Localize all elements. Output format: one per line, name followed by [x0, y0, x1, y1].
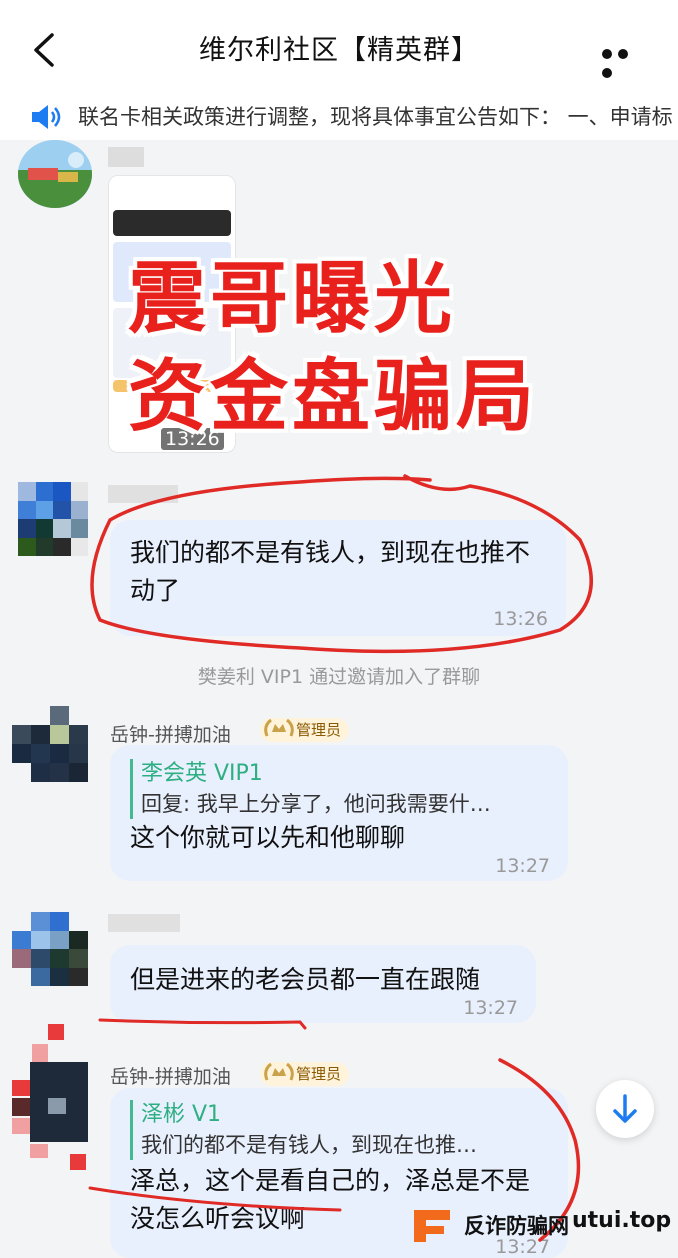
message-bubble[interactable]: 李会英 VIP1 回复: 我早上分享了，他问我需要什… 这个你就可以先和他聊聊 … — [110, 745, 568, 881]
more-options-icon[interactable] — [602, 44, 646, 78]
admin-badge: 管理员 — [260, 718, 350, 742]
avatar-pixelated[interactable] — [12, 1024, 88, 1174]
quote-text: 我们的都不是有钱人，到现在也推… — [141, 1133, 477, 1157]
message-time: 13:27 — [495, 855, 550, 877]
avatar-landscape-icon — [18, 140, 92, 208]
admin-badge-label: 管理员 — [296, 1065, 342, 1083]
message-text: 这个你就可以先和他聊聊 — [130, 823, 406, 852]
arrow-down-icon — [613, 1094, 637, 1123]
announcement-text: 联名卡相关政策进行调整，现将具体事宜公告如下： 一、申请标 — [78, 105, 673, 129]
quote-text: 回复: 我早上分享了，他问我需要什… — [141, 792, 491, 816]
avatar[interactable] — [18, 140, 92, 208]
overlay-headline-2: 资金盘骗局 — [128, 352, 539, 442]
message-text: 但是进来的老会员都一直在跟随 — [130, 965, 481, 994]
chat-title: 维尔利社区【精英群】 — [199, 35, 479, 66]
watermark-site-name: 反诈防骗网 — [464, 1214, 569, 1238]
avatar-pixelated[interactable] — [12, 912, 88, 986]
reply-quote[interactable]: 泽彬 V1 我们的都不是有钱人，到现在也推… — [130, 1100, 477, 1160]
sender-name-blurred — [108, 914, 180, 932]
reply-quote[interactable]: 李会英 VIP1 回复: 我早上分享了，他问我需要什… — [130, 759, 491, 819]
avatar-pixelated[interactable] — [12, 706, 88, 782]
watermark-domain: utui.top — [572, 1208, 672, 1233]
watermark-logo-icon — [414, 1210, 450, 1242]
speaker-icon — [32, 105, 61, 129]
sender-name-blurred — [108, 147, 144, 167]
quote-author: 李会英 VIP1 — [141, 761, 263, 786]
message-time: 13:26 — [493, 608, 548, 630]
overlay-headline-1: 震哥曝光 — [128, 254, 457, 344]
system-join-message: 樊姜利 VIP1 通过邀请加入了群聊 — [197, 666, 481, 688]
avatar-pixelated[interactable] — [18, 482, 88, 556]
quote-author: 泽彬 V1 — [141, 1102, 222, 1127]
message-bubble[interactable]: 但是进来的老会员都一直在跟随 13:27 — [110, 945, 536, 1023]
message-bubble[interactable]: 我们的都不是有钱人，到现在也推不动了 13:26 — [110, 520, 566, 636]
announcement-bar[interactable]: 联名卡相关政策进行调整，现将具体事宜公告如下： 一、申请标 — [0, 95, 678, 140]
message-time: 13:27 — [463, 997, 518, 1019]
laurel-crown-icon — [264, 718, 294, 737]
sender-name: 岳钟-拼搏加油 — [110, 724, 231, 746]
laurel-crown-icon — [264, 1062, 294, 1081]
sender-name-blurred — [108, 485, 178, 503]
screenshot-header — [113, 210, 231, 236]
top-bar: 维尔利社区【精英群】 — [0, 0, 678, 95]
sender-name: 岳钟-拼搏加油 — [110, 1066, 231, 1088]
message-text: 我们的都不是有钱人，到现在也推不动了 — [130, 538, 531, 605]
admin-badge: 管理员 — [260, 1062, 350, 1086]
scroll-to-bottom-button[interactable] — [596, 1080, 654, 1138]
admin-badge-label: 管理员 — [296, 721, 342, 739]
